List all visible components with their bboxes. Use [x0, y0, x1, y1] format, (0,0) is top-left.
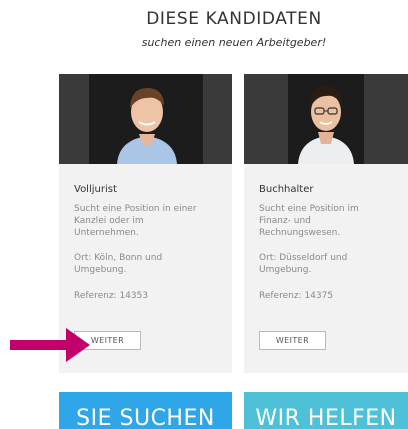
- candidate-photo: [59, 74, 232, 164]
- candidate-photo: [244, 74, 408, 164]
- candidate-description: Sucht eine Position im Finanz- und Rechn…: [259, 204, 359, 238]
- candidate-role: Buchhalter: [259, 184, 314, 195]
- candidate-card: Buchhalter Sucht eine Position im Finanz…: [244, 74, 408, 373]
- banner-label: WIR HELFEN: [255, 406, 397, 429]
- page-title: DIESE KANDIDATEN: [146, 9, 322, 29]
- banner-sie-suchen[interactable]: SIE SUCHEN: [59, 392, 232, 429]
- candidate-role: Volljurist: [74, 184, 117, 195]
- candidate-location: Ort: Düsseldorf und Umgebung.: [259, 253, 348, 275]
- candidate-reference: Referenz: 14375: [259, 291, 334, 301]
- candidate-description: Sucht eine Position in einer Kanzlei ode…: [74, 204, 197, 238]
- arrow-right-icon: [10, 328, 90, 362]
- banner-label: SIE SUCHEN: [76, 406, 215, 429]
- weiter-button[interactable]: WEITER: [259, 331, 326, 350]
- person-photo-icon: [298, 86, 354, 164]
- candidate-location: Ort: Köln, Bonn und Umgebung.: [74, 253, 163, 275]
- banner-wir-helfen[interactable]: WIR HELFEN: [244, 392, 408, 429]
- candidate-reference: Referenz: 14353: [74, 291, 149, 301]
- person-photo-icon: [117, 88, 177, 164]
- page-subtitle: suchen einen neuen Arbeitgeber!: [141, 36, 327, 49]
